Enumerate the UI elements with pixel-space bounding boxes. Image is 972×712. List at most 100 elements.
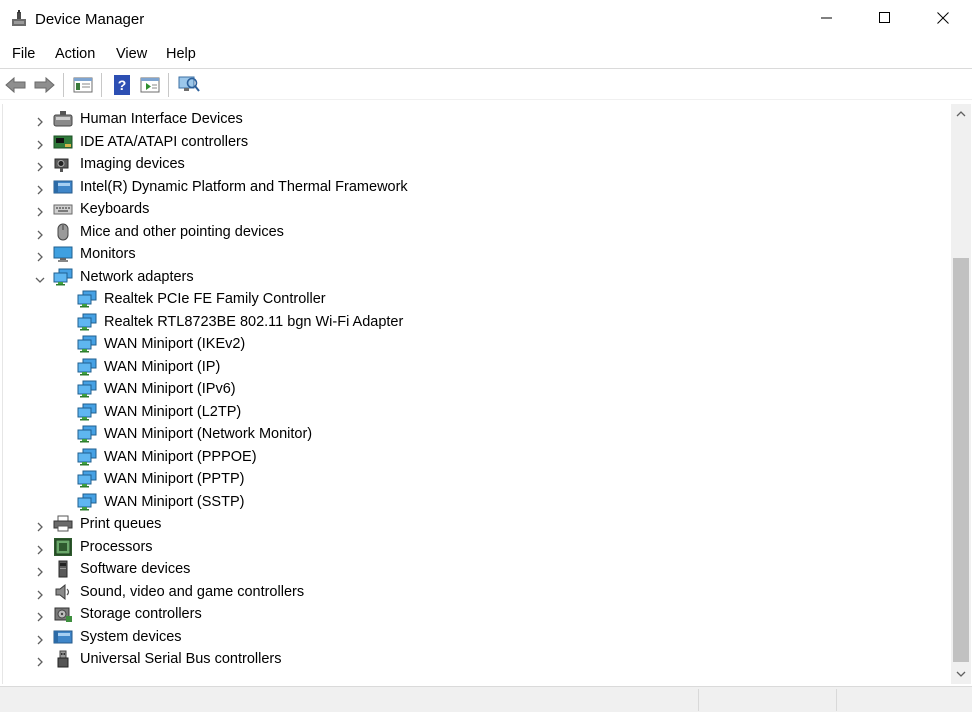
hid-icon bbox=[53, 110, 73, 128]
chevron-right-icon[interactable] bbox=[35, 204, 45, 217]
network-adapter-icon bbox=[77, 425, 97, 443]
chevron-right-icon[interactable] bbox=[35, 114, 45, 127]
maximize-button[interactable] bbox=[856, 0, 914, 36]
chevron-right-icon[interactable] bbox=[35, 564, 45, 577]
tree-item-label: Keyboards bbox=[80, 201, 150, 217]
tree-device[interactable]: WAN Miniport (PPTP) bbox=[3, 468, 943, 490]
menu-file[interactable]: File bbox=[12, 46, 35, 62]
tree-device[interactable]: WAN Miniport (Network Monitor) bbox=[3, 423, 943, 445]
tree-item-label: Universal Serial Bus controllers bbox=[80, 651, 282, 667]
device-tree[interactable]: Human Interface Devices IDE ATA/ATAPI con… bbox=[2, 104, 952, 684]
update-driver-button[interactable] bbox=[139, 74, 161, 96]
tree-item-label: WAN Miniport (PPPOE) bbox=[104, 448, 257, 465]
tree-item-label: Network adapters bbox=[80, 268, 194, 285]
tree-item-label: Processors bbox=[80, 538, 153, 555]
tree-device[interactable]: WAN Miniport (L2TP) bbox=[3, 401, 943, 423]
menu-action[interactable]: Action bbox=[55, 46, 95, 62]
tree-device[interactable]: WAN Miniport (IPv6) bbox=[3, 378, 943, 400]
minimize-button[interactable] bbox=[798, 0, 856, 36]
tree-category[interactable]: Network adapters bbox=[3, 266, 943, 288]
chevron-right-icon[interactable] bbox=[35, 159, 45, 172]
network-adapter-icon bbox=[77, 335, 97, 353]
tree-device[interactable]: Realtek PCIe FE Family Controller bbox=[3, 288, 943, 310]
scroll-up-button[interactable] bbox=[951, 104, 971, 124]
chevron-right-icon[interactable] bbox=[35, 227, 45, 239]
tree-category[interactable]: System devices bbox=[3, 626, 943, 648]
system-device-icon bbox=[53, 628, 73, 646]
mouse-icon bbox=[53, 223, 73, 241]
tree-item-label: WAN Miniport (IPv6) bbox=[104, 381, 236, 397]
tree-item-label: WAN Miniport (IKEv2) bbox=[104, 336, 246, 352]
tree-device[interactable]: WAN Miniport (IP) bbox=[3, 356, 943, 378]
tree-item-label: WAN Miniport (PPTP) bbox=[104, 471, 245, 487]
network-adapter-icon bbox=[77, 493, 97, 511]
menu-view[interactable]: View bbox=[116, 46, 147, 62]
network-adapter-icon bbox=[77, 448, 97, 466]
usb-icon bbox=[53, 650, 73, 668]
forward-button[interactable] bbox=[33, 74, 55, 96]
network-adapter-icon bbox=[77, 313, 97, 331]
tree-category[interactable]: Intel(R) Dynamic Platform and Thermal Fr… bbox=[3, 176, 943, 198]
chevron-down-icon bbox=[956, 671, 966, 677]
keyboard-icon bbox=[53, 200, 73, 218]
tree-category[interactable]: Imaging devices bbox=[3, 153, 943, 175]
tree-category[interactable]: Storage controllers bbox=[3, 603, 943, 625]
tree-category[interactable]: Human Interface Devices bbox=[3, 108, 943, 130]
scan-hardware-icon bbox=[178, 76, 200, 92]
scan-hardware-button[interactable] bbox=[178, 74, 200, 96]
tree-category[interactable]: Mice and other pointing devices bbox=[3, 221, 943, 243]
tree-item-label: Sound, video and game controllers bbox=[80, 583, 305, 600]
network-adapter-icon bbox=[77, 403, 97, 421]
scroll-down-button[interactable] bbox=[951, 664, 971, 684]
chevron-right-icon[interactable] bbox=[35, 137, 45, 149]
forward-arrow-icon bbox=[34, 76, 55, 94]
chevron-right-icon[interactable] bbox=[35, 542, 45, 554]
scroll-thumb[interactable] bbox=[953, 258, 969, 662]
close-button[interactable] bbox=[914, 0, 972, 36]
tree-item-label: WAN Miniport (L2TP) bbox=[104, 403, 242, 420]
menu-help[interactable]: Help bbox=[166, 46, 196, 62]
tree-category[interactable]: Keyboards bbox=[3, 198, 943, 220]
tree-item-label: Human Interface Devices bbox=[80, 111, 243, 127]
tree-item-label: Intel(R) Dynamic Platform and Thermal Fr… bbox=[80, 178, 408, 195]
monitor-icon bbox=[53, 245, 73, 263]
properties-button[interactable] bbox=[72, 74, 94, 96]
menu-bar: File Action View Help bbox=[0, 38, 972, 68]
storage-controller-icon bbox=[53, 605, 73, 623]
tree-item-label: Monitors bbox=[80, 246, 136, 262]
tree-category[interactable]: Software devices bbox=[3, 558, 943, 580]
chevron-down-icon[interactable] bbox=[35, 272, 45, 283]
tree-category[interactable]: IDE ATA/ATAPI controllers bbox=[3, 131, 943, 153]
tree-category[interactable]: Print queues bbox=[3, 513, 943, 535]
help-icon: ? bbox=[114, 75, 130, 95]
chevron-right-icon[interactable] bbox=[35, 182, 45, 194]
chevron-right-icon[interactable] bbox=[35, 632, 45, 644]
tree-item-label: Mice and other pointing devices bbox=[80, 223, 284, 240]
tree-item-label: Imaging devices bbox=[80, 156, 185, 172]
chevron-right-icon[interactable] bbox=[35, 519, 45, 532]
tree-device[interactable]: WAN Miniport (PPPOE) bbox=[3, 446, 943, 468]
vertical-scrollbar[interactable] bbox=[951, 104, 971, 684]
printer-icon bbox=[53, 515, 73, 533]
chevron-right-icon[interactable] bbox=[35, 249, 45, 262]
help-button[interactable]: ? bbox=[111, 74, 133, 96]
tree-device[interactable]: WAN Miniport (IKEv2) bbox=[3, 333, 943, 355]
tree-item-label: Realtek PCIe FE Family Controller bbox=[104, 291, 326, 307]
back-button[interactable] bbox=[5, 74, 27, 96]
chevron-right-icon[interactable] bbox=[35, 654, 45, 667]
chevron-right-icon[interactable] bbox=[35, 587, 45, 599]
tree-device[interactable]: WAN Miniport (SSTP) bbox=[3, 491, 943, 513]
network-adapter-icon bbox=[77, 380, 97, 398]
tree-category[interactable]: Monitors bbox=[3, 243, 943, 265]
toolbar-separator bbox=[168, 73, 169, 97]
tree-item-label: IDE ATA/ATAPI controllers bbox=[80, 133, 249, 150]
status-bar bbox=[0, 686, 972, 712]
tree-category[interactable]: Processors bbox=[3, 536, 943, 558]
tree-category[interactable]: Universal Serial Bus controllers bbox=[3, 648, 943, 670]
back-arrow-icon bbox=[5, 76, 26, 94]
tree-category[interactable]: Sound, video and game controllers bbox=[3, 581, 943, 603]
tree-device[interactable]: Realtek RTL8723BE 802.11 bgn Wi-Fi Adapt… bbox=[3, 311, 943, 333]
toolbar-separator bbox=[63, 73, 64, 97]
tree-item-label: System devices bbox=[80, 628, 182, 645]
chevron-right-icon[interactable] bbox=[35, 609, 45, 622]
